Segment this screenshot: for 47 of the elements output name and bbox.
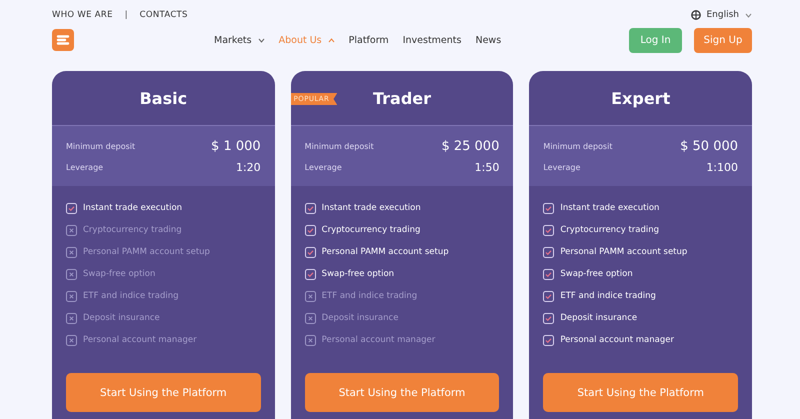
nav-link[interactable]: Investments [402, 34, 462, 46]
feature-text: Cryptocurrency trading [83, 225, 182, 235]
nav-link[interactable]: Platform [348, 34, 389, 46]
nav-link[interactable]: News [475, 34, 502, 46]
deposit-value: $ 25 000 [441, 138, 500, 154]
top-link[interactable]: WHO WE ARE [52, 10, 113, 20]
logo-icon[interactable] [52, 29, 74, 51]
feature-text: Deposit insurance [83, 313, 160, 323]
feature-text: Personal PAMM account setup [83, 247, 210, 257]
feature-text: Cryptocurrency trading [560, 225, 660, 235]
feature-text: Personal account manager [322, 335, 436, 345]
leverage-value: 1:100 [706, 160, 738, 174]
deposit-value: $ 50 000 [680, 138, 738, 154]
leverage-value: 1:20 [236, 160, 261, 174]
deposit-label: Minimum deposit [304, 142, 374, 150]
globe-icon [690, 10, 700, 20]
feature-text: Swap-free option [83, 269, 156, 279]
top-link[interactable]: CONTACTS [140, 10, 188, 20]
feature-text: Deposit insurance [322, 313, 398, 323]
nav-link[interactable]: Markets [214, 34, 265, 46]
caret-icon [745, 12, 752, 18]
feature-text: Personal PAMM account setup [322, 247, 449, 257]
feature-text: Instant trade execution [322, 203, 421, 213]
leverage-label: Leverage [543, 162, 580, 172]
feature-text: ETF and indice trading [322, 291, 418, 301]
language-selector[interactable]: English [690, 10, 752, 20]
plan-title: Trader [372, 88, 432, 108]
feature-text: Instant trade execution [560, 203, 660, 213]
plan-title: Basic [140, 88, 188, 108]
feature-text: Personal PAMM account setup [560, 247, 688, 257]
feature-text: ETF and indice trading [83, 291, 179, 301]
plan-title: Expert [611, 88, 670, 108]
feature-text: Personal account manager [83, 335, 197, 345]
deposit-label: Minimum deposit [66, 142, 136, 150]
leverage-value: 1:50 [474, 160, 500, 174]
feature-text: Swap-free option [560, 269, 633, 279]
leverage-label: Leverage [304, 162, 342, 172]
feature-text: Instant trade execution [83, 203, 182, 213]
feature-text: Swap-free option [322, 269, 394, 279]
leverage-label: Leverage [66, 162, 104, 172]
deposit-label: Minimum deposit [543, 142, 612, 150]
feature-text: ETF and indice trading [560, 291, 656, 301]
feature-text: Personal account manager [560, 335, 674, 345]
deposit-value: $ 1 000 [211, 138, 261, 154]
separator-text: | [124, 10, 128, 20]
feature-text: Cryptocurrency trading [322, 225, 420, 235]
feature-text: Deposit insurance [560, 313, 638, 323]
